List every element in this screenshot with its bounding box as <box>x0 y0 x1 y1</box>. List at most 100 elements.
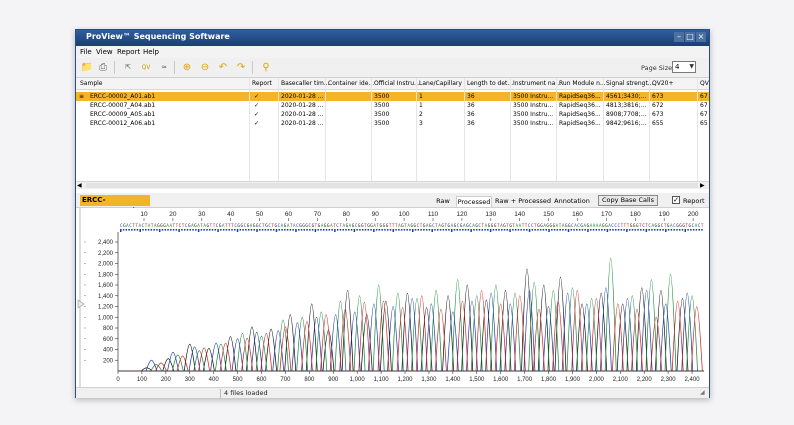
zoom-out-icon[interactable]: ⊖ <box>198 61 212 74</box>
quality-bar <box>520 229 522 231</box>
x-tick-label: 1,100 <box>374 377 390 383</box>
quality-bar <box>142 229 144 231</box>
table-cell-report: ✓ <box>254 93 260 100</box>
quality-bar <box>361 229 364 231</box>
table-row[interactable]: ERCC-00012_A06.ab1 ✓ 2020-01-28 ... 3500 3 36… <box>76 119 709 128</box>
menu-file[interactable]: File <box>80 48 92 56</box>
tab-annotation[interactable]: Annotation <box>554 196 590 207</box>
quality-bar <box>145 229 147 231</box>
base-position-label: 70 <box>314 211 322 218</box>
quality-bar <box>545 229 547 231</box>
chevron-down-icon[interactable]: ▼ <box>689 62 694 72</box>
scroll-thumb[interactable] <box>86 183 698 188</box>
column-header[interactable]: Length to det... <box>467 80 513 90</box>
menu-report[interactable]: Report <box>117 48 140 56</box>
column-divider <box>603 78 604 181</box>
column-header[interactable]: Signal strengt... <box>606 80 654 90</box>
base-position-label: 90 <box>372 211 380 218</box>
column-header[interactable]: QV <box>700 80 709 90</box>
column-header[interactable]: Official Instru... <box>374 80 420 90</box>
quality-bar <box>192 229 194 231</box>
chromatogram-plot[interactable]: 10 20 30 40 50 60 70 80 90 100 110 120 130 140 150 160 1… <box>76 208 709 387</box>
rotate-left-icon[interactable]: ↶ <box>216 61 230 74</box>
quality-bar <box>448 229 450 231</box>
qv-icon[interactable]: QV <box>139 61 153 74</box>
open-folder-icon[interactable]: 📁 <box>80 61 94 74</box>
menu-bar: File View Report Help <box>76 46 709 58</box>
menu-help[interactable]: Help <box>143 48 159 56</box>
quality-bar <box>695 229 698 231</box>
toolbar-separator <box>252 61 253 74</box>
table-cell-time: 2020-01-28 ... <box>281 120 324 127</box>
status-text: 4 files loaded <box>224 389 268 397</box>
quality-bar <box>609 229 611 231</box>
table-row[interactable]: ERCC-00009_A05.ab1 ✓ 2020-01-28 ... 3500 2 36… <box>76 110 709 119</box>
print-icon[interactable]: ⎙ <box>96 61 110 74</box>
quality-bar <box>164 229 166 231</box>
quality-bar <box>592 229 595 231</box>
quality-bar <box>147 229 150 231</box>
trace-view-icon[interactable]: ≈ <box>157 61 171 74</box>
scroll-right-icon[interactable]: ▶ <box>700 182 705 189</box>
table-row[interactable]: ERCC-00002_A01.ab1 ✓ 2020-01-28 ... 3500 1 36… <box>76 92 709 101</box>
quality-bar <box>289 229 292 231</box>
quality-bar <box>681 229 684 231</box>
quality-bar <box>648 229 650 231</box>
base-position-label: 200 <box>688 211 699 218</box>
copy-base-calls-button[interactable]: Copy Base Calls <box>598 195 658 206</box>
quality-bar <box>403 229 406 231</box>
column-header[interactable]: Lane/Capillary <box>419 80 462 90</box>
table-cell-signal: 4561;3430;... <box>606 93 647 100</box>
column-header[interactable]: Instrument na... <box>513 80 561 90</box>
maximize-icon[interactable]: □ <box>685 32 695 42</box>
trace-file-label: ERCC-00002_A01.ab1 <box>80 195 150 215</box>
base-position-label: 20 <box>169 211 177 218</box>
column-divider <box>416 78 417 181</box>
menu-view[interactable]: View <box>96 48 113 56</box>
column-header[interactable]: Run Module n... <box>559 80 606 90</box>
quality-bar <box>139 229 141 232</box>
quality-bar <box>606 229 609 232</box>
column-header[interactable]: Report <box>252 80 272 90</box>
quality-bar <box>553 229 556 231</box>
tab-raw[interactable]: Raw <box>432 196 454 207</box>
resize-grip-icon[interactable]: ◢ <box>700 389 705 396</box>
page-size-select[interactable]: 4 ▼ <box>672 61 696 73</box>
selected-row-icon: ≡ <box>79 93 85 100</box>
quality-bar <box>587 229 589 232</box>
window-title: ProView™ Sequencing Software <box>86 32 230 41</box>
scroll-left-icon[interactable]: ◀ <box>77 182 82 189</box>
x-tick-label: 300 <box>185 377 196 383</box>
quality-bar <box>275 229 278 232</box>
report-checkbox[interactable]: ✓ <box>672 196 680 204</box>
title-bar[interactable]: ProView™ Sequencing Software – □ × <box>76 30 709 46</box>
column-header[interactable]: Container ide... <box>328 80 374 90</box>
quality-bar <box>206 229 208 231</box>
quality-bar <box>331 229 333 231</box>
minimize-icon[interactable]: – <box>674 32 684 42</box>
quality-bar <box>392 229 395 232</box>
x-tick-label: 1,300 <box>421 377 437 383</box>
table-cell-module: RapidSeq36... <box>559 93 601 100</box>
y-tick-label: 1,200 <box>98 305 114 311</box>
tab-processed[interactable]: Processed <box>456 196 492 207</box>
column-header[interactable]: QV20+ <box>652 80 674 90</box>
column-header[interactable]: Basecaller tim... <box>281 80 330 90</box>
table-row[interactable]: ERCC-00007_A04.ab1 ✓ 2020-01-28 ... 3500 1 36… <box>76 101 709 110</box>
rotate-right-icon[interactable]: ↷ <box>234 61 248 74</box>
table-cell-lane: 2 <box>419 111 423 118</box>
quality-bar <box>409 229 411 231</box>
quality-bar <box>328 229 331 231</box>
search-icon[interactable]: ⚲ <box>259 61 273 74</box>
quality-bar <box>617 229 620 231</box>
page-size-value: 4 <box>675 63 680 71</box>
close-icon[interactable]: × <box>696 32 706 42</box>
base-position-label: 180 <box>630 211 641 218</box>
horizontal-scrollbar[interactable]: ◀ ▶ <box>76 181 709 189</box>
column-header[interactable]: Sample <box>80 80 103 90</box>
tab-raw-processed[interactable]: Raw + Processed <box>494 196 552 207</box>
fit-view-icon[interactable]: ⇱ <box>121 61 135 74</box>
zoom-in-icon[interactable]: ⊕ <box>180 61 194 74</box>
quality-bar <box>564 229 567 231</box>
quality-bar <box>353 229 356 232</box>
